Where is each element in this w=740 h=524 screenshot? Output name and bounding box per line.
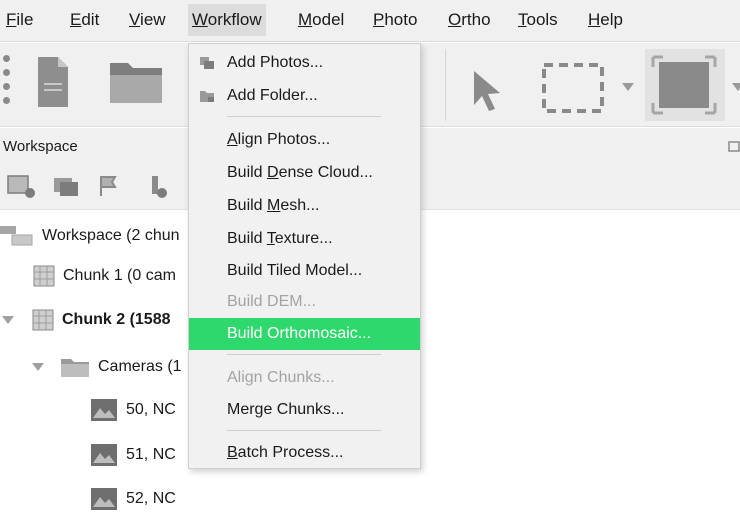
tree-row-cameras[interactable]: Cameras (1	[32, 350, 182, 384]
undock-icon[interactable]	[728, 138, 740, 152]
menu-item-build-orthomosaic[interactable]: Build Orthomosaic...	[189, 318, 420, 350]
menu-item-build-mesh[interactable]: Build Mesh...	[189, 191, 420, 221]
add-folder-icon	[200, 91, 214, 102]
fill-selection-icon	[651, 55, 717, 115]
menu-ortho[interactable]: Ortho	[446, 10, 493, 30]
menu-model[interactable]: Model	[296, 10, 346, 30]
menu-item-build-dense-cloud[interactable]: Build Dense Cloud...	[189, 158, 420, 188]
active-tool-bg[interactable]	[645, 49, 725, 121]
menu-item-build-tiled-model[interactable]: Build Tiled Model...	[189, 256, 420, 286]
new-document-icon[interactable]	[36, 53, 70, 109]
add-photos-icon	[200, 57, 214, 69]
rectangle-selection-icon[interactable]	[540, 61, 606, 115]
open-folder-icon[interactable]	[108, 59, 164, 105]
tree-label-photo: 52, NC	[126, 490, 176, 507]
tree-label-photo: 51, NC	[126, 446, 176, 463]
expand-cameras-icon[interactable]	[32, 363, 44, 371]
photo-icon	[91, 488, 117, 510]
photo-icon	[91, 444, 117, 466]
tree-row-photo[interactable]: 52, NC	[90, 482, 176, 516]
menu-item-add-photos[interactable]: Add Photos...	[189, 48, 420, 78]
menu-item-build-dem: Build DEM...	[227, 293, 316, 310]
tree-row-photo[interactable]: 51, NC	[90, 438, 176, 472]
menu-separator	[227, 430, 381, 431]
tree-row-photo[interactable]: 50, NC	[90, 393, 176, 427]
tree-label-chunk-2: Chunk 2 (1588	[62, 311, 171, 328]
add-photos-icon[interactable]	[52, 174, 84, 200]
menu-photo[interactable]: Photo	[371, 10, 419, 30]
photo-icon	[91, 399, 117, 421]
menu-separator	[227, 354, 381, 355]
tree-row-workspace[interactable]: Workspace (2 chun	[0, 219, 180, 253]
menu-file[interactable]: File	[4, 10, 35, 30]
menu-help[interactable]: Help	[586, 10, 625, 30]
menu-tools[interactable]: Tools	[516, 10, 560, 30]
tree-row-chunk-1[interactable]: Chunk 1 (0 cam	[33, 259, 176, 293]
menu-separator	[227, 116, 381, 117]
add-marker-icon[interactable]	[97, 174, 129, 200]
menu-item-merge-chunks[interactable]: Merge Chunks...	[189, 395, 420, 425]
menu-workflow[interactable]: Workflow	[188, 4, 266, 36]
tree-label-chunk-1: Chunk 1 (0 cam	[63, 267, 176, 284]
tree-label-photo: 50, NC	[126, 401, 176, 418]
chunk-icon	[33, 265, 55, 287]
workspace-title: Workspace	[3, 138, 78, 155]
workflow-dropdown-menu: Add Photos... Add Folder... Align Photos…	[188, 43, 421, 469]
menu-view[interactable]: View	[127, 10, 168, 30]
toolbar-grip-icon[interactable]	[3, 55, 11, 111]
expand-chunk-2-icon[interactable]	[2, 316, 14, 324]
add-scalebar-icon[interactable]	[148, 174, 180, 200]
tree-label-cameras: Cameras (1	[98, 358, 182, 375]
selection-dropdown-arrow-icon[interactable]	[622, 83, 634, 91]
menu-bar: File Edit View Workflow Model Photo Orth…	[0, 0, 740, 42]
menu-item-build-texture[interactable]: Build Texture...	[189, 224, 420, 254]
menu-item-align-chunks: Align Chunks...	[227, 369, 335, 386]
menu-item-align-photos[interactable]: Align Photos...	[189, 125, 420, 155]
add-chunk-icon[interactable]	[6, 174, 38, 200]
workspace-icon	[0, 226, 33, 246]
menu-item-add-folder[interactable]: Add Folder...	[189, 81, 420, 111]
fill-dropdown-arrow-icon[interactable]	[732, 83, 740, 91]
menu-edit[interactable]: Edit	[68, 10, 101, 30]
tree-row-chunk-2[interactable]: Chunk 2 (1588	[2, 303, 170, 337]
folder-icon	[61, 359, 89, 377]
chunk-icon	[32, 309, 54, 331]
tree-label-workspace: Workspace (2 chun	[42, 227, 180, 244]
menu-item-batch-process[interactable]: Batch Process...	[189, 438, 420, 468]
pointer-tool-icon[interactable]	[470, 69, 504, 113]
